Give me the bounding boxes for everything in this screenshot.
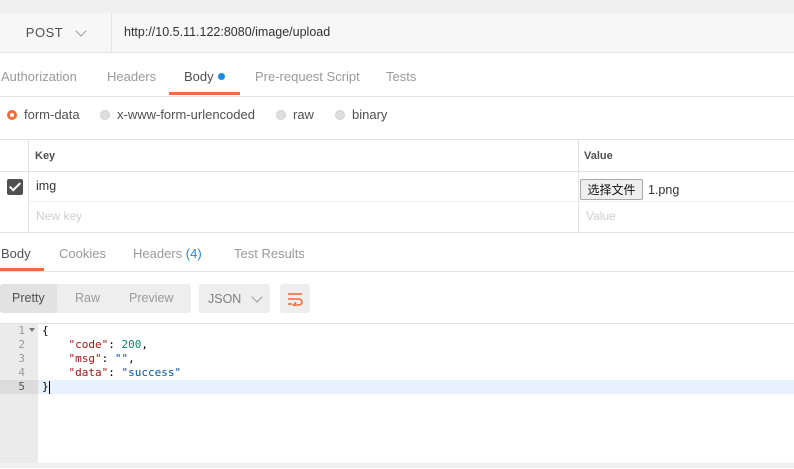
tab-response-body[interactable]: Body	[1, 232, 31, 271]
bottom-strip	[0, 463, 794, 468]
json-value: 200	[121, 338, 142, 351]
radio-off-icon	[276, 109, 286, 120]
tab-headers[interactable]: Headers	[107, 52, 156, 94]
radio-binary[interactable]: binary	[335, 107, 387, 122]
new-key-input[interactable]: New key	[36, 209, 82, 223]
fold-arrow-icon[interactable]	[29, 328, 35, 332]
window-top-strip	[0, 0, 794, 14]
tab-pre-request-script[interactable]: Pre-request Script	[255, 52, 360, 94]
chevron-down-icon	[75, 24, 87, 37]
checkbox-checked-icon[interactable]	[7, 179, 23, 195]
code-line: "msg": "",	[68, 352, 135, 365]
tab-body[interactable]: Body	[184, 52, 225, 94]
language-select[interactable]: JSON	[199, 284, 270, 313]
tab-authorization[interactable]: Authorization	[1, 52, 77, 94]
wrap-lines-icon	[288, 292, 303, 306]
radio-form-data-label: form-data	[24, 107, 80, 122]
key-column-header: Key	[35, 150, 56, 162]
tab-body-label: Body	[184, 69, 214, 84]
active-tab-underline	[169, 92, 240, 95]
value-column-header: Value	[584, 150, 613, 162]
code-line: "data": "success"	[68, 366, 182, 379]
tab-test-results[interactable]: Test Results	[234, 232, 305, 271]
text-cursor	[49, 381, 50, 394]
json-value: ""	[114, 352, 129, 365]
chevron-down-icon	[251, 290, 264, 303]
json-key: "msg"	[68, 352, 102, 365]
code-line: {	[42, 324, 49, 338]
format-mode-group: Pretty Raw Preview	[0, 284, 191, 313]
language-label: JSON	[208, 291, 242, 306]
key-input[interactable]: img	[36, 179, 56, 193]
tab-response-headers-label: Headers	[133, 246, 183, 261]
choose-file-button[interactable]: 选择文件	[580, 179, 643, 200]
json-value: "success"	[121, 366, 182, 379]
code-line: }	[42, 380, 49, 394]
row-divider	[28, 201, 794, 202]
request-tabs: Authorization Headers Body Pre-request S…	[0, 52, 794, 97]
radio-urlencoded[interactable]: x-www-form-urlencoded	[100, 107, 255, 122]
response-tabs: Body Cookies Headers (4) Test Results	[0, 232, 794, 272]
code-line: "code": 200,	[68, 338, 149, 351]
active-tab-underline	[0, 268, 44, 271]
radio-urlencoded-label: x-www-form-urlencoded	[117, 107, 255, 122]
line-number: 3	[18, 352, 25, 365]
url-input[interactable]: http://10.5.11.122:8080/image/upload	[124, 13, 330, 52]
response-body-editor[interactable]: 1 2 3 4 5 { "code": 200, "msg": "", "dat…	[0, 323, 794, 469]
line-number: 2	[18, 338, 25, 351]
method-select[interactable]: POST	[0, 13, 112, 52]
json-key: "code"	[68, 338, 109, 351]
radio-off-icon	[100, 109, 110, 120]
radio-form-data[interactable]: form-data	[7, 107, 80, 122]
new-value-input[interactable]: Value	[586, 209, 616, 223]
active-line-highlight	[38, 380, 794, 394]
json-key: "data"	[68, 366, 109, 379]
table-header: Key Value	[0, 140, 794, 172]
raw-button[interactable]: Raw	[75, 284, 100, 313]
request-bar	[0, 13, 794, 53]
column-divider	[28, 140, 29, 232]
column-divider	[578, 140, 579, 232]
radio-raw[interactable]: raw	[276, 107, 314, 122]
radio-raw-label: raw	[293, 107, 314, 122]
tab-cookies[interactable]: Cookies	[59, 232, 106, 271]
json-brace: {	[42, 324, 49, 337]
radio-binary-label: binary	[352, 107, 388, 122]
method-label: POST	[25, 25, 64, 40]
line-number: 4	[18, 366, 25, 379]
line-number: 1	[18, 324, 25, 337]
tab-response-headers[interactable]: Headers (4)	[133, 232, 202, 271]
file-name: 1.png	[648, 183, 680, 197]
tab-tests[interactable]: Tests	[386, 52, 416, 94]
wrap-lines-button[interactable]	[280, 284, 310, 313]
line-number: 5	[18, 380, 25, 393]
headers-count-badge: (4)	[185, 246, 202, 261]
preview-button[interactable]: Preview	[129, 284, 173, 313]
json-brace: }	[42, 380, 49, 393]
pretty-button[interactable]: Pretty	[0, 284, 57, 313]
radio-off-icon	[335, 109, 345, 120]
radio-on-icon	[7, 109, 17, 120]
modified-dot-icon	[217, 73, 225, 80]
